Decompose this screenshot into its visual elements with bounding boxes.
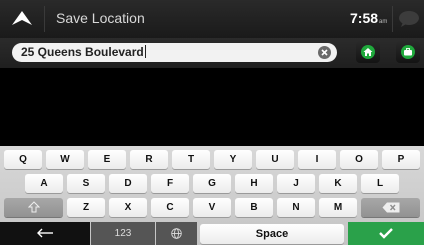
done-button[interactable] <box>348 222 424 245</box>
speech-bubble-icon <box>399 11 419 27</box>
on-screen-keyboard: Q W E R T Y U I O P A S D F G H J K L Z … <box>0 146 424 245</box>
clock-ampm: am <box>379 19 388 25</box>
key-a[interactable]: A <box>25 174 63 193</box>
key-k[interactable]: K <box>319 174 357 193</box>
key-y[interactable]: Y <box>214 150 252 169</box>
key-f[interactable]: F <box>151 174 189 193</box>
key-j[interactable]: J <box>277 174 315 193</box>
key-q[interactable]: Q <box>4 150 42 169</box>
clear-x-icon <box>321 49 328 56</box>
clock-time: 7:58 <box>350 10 379 26</box>
key-s[interactable]: S <box>67 174 105 193</box>
keyboard-back-button[interactable] <box>0 222 90 245</box>
home-icon <box>361 45 375 59</box>
key-m[interactable]: M <box>319 198 357 217</box>
text-caret <box>144 45 146 58</box>
key-e[interactable]: E <box>88 150 126 169</box>
shift-key[interactable] <box>4 198 63 217</box>
location-name-value: 25 Queens Boulevard <box>21 45 146 59</box>
key-i[interactable]: I <box>298 150 336 169</box>
clear-button[interactable] <box>318 46 331 59</box>
shift-up-arrow-icon <box>27 201 40 213</box>
up-arrow-icon <box>12 11 32 25</box>
space-key[interactable]: Space <box>200 224 344 244</box>
numbers-key[interactable]: 123 <box>91 222 155 245</box>
left-arrow-icon <box>37 228 53 238</box>
key-z[interactable]: Z <box>67 198 105 217</box>
key-t[interactable]: T <box>172 150 210 169</box>
key-c[interactable]: C <box>151 198 189 217</box>
key-l[interactable]: L <box>361 174 399 193</box>
key-g[interactable]: G <box>193 174 231 193</box>
clock-divider <box>392 6 393 32</box>
location-name-input[interactable]: 25 Queens Boulevard <box>12 43 337 62</box>
key-v[interactable]: V <box>193 198 231 217</box>
backspace-key[interactable] <box>361 198 420 217</box>
key-d[interactable]: D <box>109 174 147 193</box>
briefcase-icon <box>401 45 415 59</box>
checkmark-icon <box>379 228 393 240</box>
key-n[interactable]: N <box>277 198 315 217</box>
backspace-icon <box>382 202 399 213</box>
title-divider <box>44 6 45 32</box>
key-h[interactable]: H <box>235 174 273 193</box>
work-button[interactable] <box>396 41 420 63</box>
key-r[interactable]: R <box>130 150 168 169</box>
key-x[interactable]: X <box>109 198 147 217</box>
key-o[interactable]: O <box>340 150 378 169</box>
key-w[interactable]: W <box>46 150 84 169</box>
key-p[interactable]: P <box>382 150 420 169</box>
title-bar: Save Location 7:58am <box>0 0 424 38</box>
results-area <box>0 68 424 146</box>
home-button[interactable] <box>356 41 380 63</box>
page-title: Save Location <box>56 10 145 26</box>
message-button[interactable] <box>398 10 420 33</box>
back-button[interactable] <box>0 0 44 38</box>
globe-icon <box>171 228 182 239</box>
input-row: 25 Queens Boulevard <box>0 38 424 68</box>
clock: 7:58am <box>350 10 387 26</box>
language-key[interactable] <box>156 222 197 245</box>
key-u[interactable]: U <box>256 150 294 169</box>
key-b[interactable]: B <box>235 198 273 217</box>
